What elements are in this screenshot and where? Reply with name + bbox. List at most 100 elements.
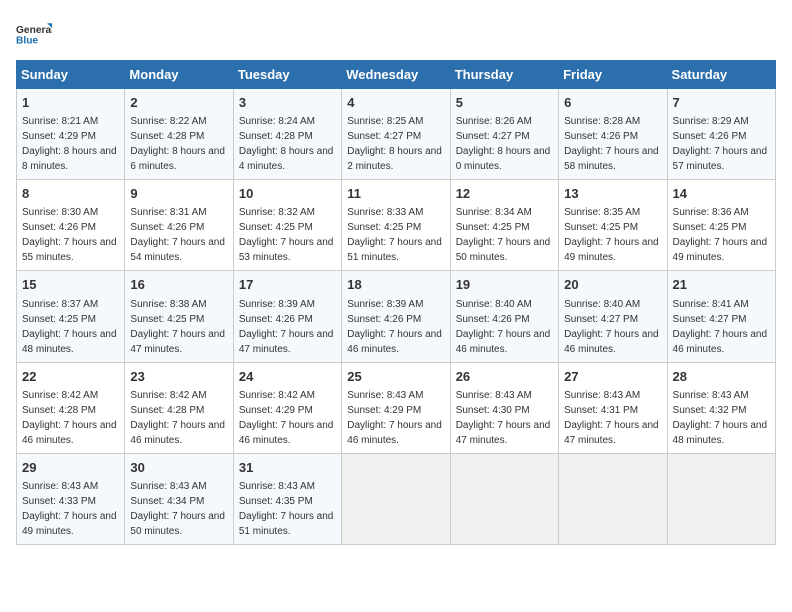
day-number: 20 — [564, 276, 661, 294]
day-info: Sunrise: 8:43 AMSunset: 4:33 PMDaylight:… — [22, 481, 117, 537]
logo: General Blue — [16, 16, 52, 52]
calendar-cell: 12 Sunrise: 8:34 AMSunset: 4:25 PMDayligh… — [450, 180, 558, 271]
weekday-header: Sunday — [17, 61, 125, 89]
day-info: Sunrise: 8:43 AMSunset: 4:35 PMDaylight:… — [239, 481, 334, 537]
calendar-cell: 31 Sunrise: 8:43 AMSunset: 4:35 PMDayligh… — [233, 453, 341, 544]
day-number: 21 — [673, 276, 770, 294]
calendar-cell: 19Sunrise: 8:40 AMSunset: 4:26 PMDayligh… — [450, 271, 558, 362]
day-info: Sunrise: 8:43 AMSunset: 4:32 PMDaylight:… — [673, 390, 768, 446]
calendar-cell: 6 Sunrise: 8:28 AMSunset: 4:26 PMDaylight… — [559, 89, 667, 180]
calendar-cell — [667, 453, 775, 544]
day-number: 8 — [22, 185, 119, 203]
day-info: Sunrise: 8:28 AMSunset: 4:26 PMDaylight:… — [564, 116, 659, 172]
day-info: Sunrise: 8:39 AMSunset: 4:26 PMDaylight:… — [347, 299, 442, 355]
day-info: Sunrise: 8:41 AMSunset: 4:27 PMDaylight:… — [673, 299, 768, 355]
day-info: Sunrise: 8:26 AMSunset: 4:27 PMDaylight:… — [456, 116, 551, 172]
calendar-cell: 25 Sunrise: 8:43 AMSunset: 4:29 PMDayligh… — [342, 362, 450, 453]
svg-text:Blue: Blue — [16, 36, 38, 47]
calendar-cell: 27 Sunrise: 8:43 AMSunset: 4:31 PMDayligh… — [559, 362, 667, 453]
day-number: 4 — [347, 94, 444, 112]
calendar-cell — [559, 453, 667, 544]
day-number: 1 — [22, 94, 119, 112]
day-info: Sunrise: 8:42 AMSunset: 4:28 PMDaylight:… — [130, 390, 225, 446]
calendar-cell — [342, 453, 450, 544]
weekday-header: Friday — [559, 61, 667, 89]
day-info: Sunrise: 8:36 AMSunset: 4:25 PMDaylight:… — [673, 207, 768, 263]
calendar-cell — [450, 453, 558, 544]
day-info: Sunrise: 8:42 AMSunset: 4:28 PMDaylight:… — [22, 390, 117, 446]
day-number: 2 — [130, 94, 227, 112]
day-info: Sunrise: 8:24 AMSunset: 4:28 PMDaylight:… — [239, 116, 334, 172]
day-number: 31 — [239, 459, 336, 477]
day-number: 12 — [456, 185, 553, 203]
weekday-header: Saturday — [667, 61, 775, 89]
calendar-cell: 22 Sunrise: 8:42 AMSunset: 4:28 PMDayligh… — [17, 362, 125, 453]
day-info: Sunrise: 8:43 AMSunset: 4:34 PMDaylight:… — [130, 481, 225, 537]
calendar-cell: 26Sunrise: 8:43 AMSunset: 4:30 PMDayligh… — [450, 362, 558, 453]
calendar-week-row: 29 Sunrise: 8:43 AMSunset: 4:33 PMDayligh… — [17, 453, 776, 544]
calendar-cell: 23Sunrise: 8:42 AMSunset: 4:28 PMDayligh… — [125, 362, 233, 453]
day-info: Sunrise: 8:38 AMSunset: 4:25 PMDaylight:… — [130, 299, 225, 355]
day-number: 28 — [673, 368, 770, 386]
calendar-cell: 2Sunrise: 8:22 AMSunset: 4:28 PMDaylight… — [125, 89, 233, 180]
calendar-cell: 11Sunrise: 8:33 AMSunset: 4:25 PMDayligh… — [342, 180, 450, 271]
day-number: 17 — [239, 276, 336, 294]
calendar-cell: 24 Sunrise: 8:42 AMSunset: 4:29 PMDayligh… — [233, 362, 341, 453]
day-number: 5 — [456, 94, 553, 112]
day-number: 9 — [130, 185, 227, 203]
calendar-cell: 13Sunrise: 8:35 AMSunset: 4:25 PMDayligh… — [559, 180, 667, 271]
day-info: Sunrise: 8:25 AMSunset: 4:27 PMDaylight:… — [347, 116, 442, 172]
day-number: 30 — [130, 459, 227, 477]
calendar-cell: 9Sunrise: 8:31 AMSunset: 4:26 PMDaylight… — [125, 180, 233, 271]
day-info: Sunrise: 8:34 AMSunset: 4:25 PMDaylight:… — [456, 207, 551, 263]
day-info: Sunrise: 8:35 AMSunset: 4:25 PMDaylight:… — [564, 207, 659, 263]
day-number: 3 — [239, 94, 336, 112]
day-info: Sunrise: 8:37 AMSunset: 4:25 PMDaylight:… — [22, 299, 117, 355]
day-number: 27 — [564, 368, 661, 386]
calendar-week-row: 1Sunrise: 8:21 AMSunset: 4:29 PMDaylight… — [17, 89, 776, 180]
day-info: Sunrise: 8:33 AMSunset: 4:25 PMDaylight:… — [347, 207, 442, 263]
day-info: Sunrise: 8:30 AMSunset: 4:26 PMDaylight:… — [22, 207, 117, 263]
calendar-cell: 30 Sunrise: 8:43 AMSunset: 4:34 PMDayligh… — [125, 453, 233, 544]
day-number: 24 — [239, 368, 336, 386]
calendar-cell: 3 Sunrise: 8:24 AMSunset: 4:28 PMDaylight… — [233, 89, 341, 180]
day-number: 15 — [22, 276, 119, 294]
day-info: Sunrise: 8:39 AMSunset: 4:26 PMDaylight:… — [239, 299, 334, 355]
day-number: 6 — [564, 94, 661, 112]
weekday-header: Wednesday — [342, 61, 450, 89]
svg-text:General: General — [16, 25, 52, 36]
calendar-cell: 8 Sunrise: 8:30 AMSunset: 4:26 PMDaylight… — [17, 180, 125, 271]
day-info: Sunrise: 8:32 AMSunset: 4:25 PMDaylight:… — [239, 207, 334, 263]
logo-icon: General Blue — [16, 16, 52, 52]
day-number: 22 — [22, 368, 119, 386]
weekday-header: Tuesday — [233, 61, 341, 89]
calendar-cell: 15 Sunrise: 8:37 AMSunset: 4:25 PMDayligh… — [17, 271, 125, 362]
calendar-cell: 20Sunrise: 8:40 AMSunset: 4:27 PMDayligh… — [559, 271, 667, 362]
calendar-cell: 21 Sunrise: 8:41 AMSunset: 4:27 PMDayligh… — [667, 271, 775, 362]
day-number: 19 — [456, 276, 553, 294]
calendar-cell: 18 Sunrise: 8:39 AMSunset: 4:26 PMDayligh… — [342, 271, 450, 362]
day-number: 29 — [22, 459, 119, 477]
calendar-cell: 29 Sunrise: 8:43 AMSunset: 4:33 PMDayligh… — [17, 453, 125, 544]
calendar-week-row: 22 Sunrise: 8:42 AMSunset: 4:28 PMDayligh… — [17, 362, 776, 453]
weekday-header: Thursday — [450, 61, 558, 89]
calendar-cell: 5 Sunrise: 8:26 AMSunset: 4:27 PMDaylight… — [450, 89, 558, 180]
calendar-cell: 4 Sunrise: 8:25 AMSunset: 4:27 PMDaylight… — [342, 89, 450, 180]
calendar-table: SundayMondayTuesdayWednesdayThursdayFrid… — [16, 60, 776, 545]
calendar-cell: 16Sunrise: 8:38 AMSunset: 4:25 PMDayligh… — [125, 271, 233, 362]
calendar-cell: 7Sunrise: 8:29 AMSunset: 4:26 PMDaylight… — [667, 89, 775, 180]
weekday-header: Monday — [125, 61, 233, 89]
day-number: 18 — [347, 276, 444, 294]
calendar-cell: 1Sunrise: 8:21 AMSunset: 4:29 PMDaylight… — [17, 89, 125, 180]
calendar-header-row: SundayMondayTuesdayWednesdayThursdayFrid… — [17, 61, 776, 89]
calendar-cell: 17 Sunrise: 8:39 AMSunset: 4:26 PMDayligh… — [233, 271, 341, 362]
day-info: Sunrise: 8:43 AMSunset: 4:31 PMDaylight:… — [564, 390, 659, 446]
day-info: Sunrise: 8:42 AMSunset: 4:29 PMDaylight:… — [239, 390, 334, 446]
logo: General Blue — [16, 16, 52, 52]
day-info: Sunrise: 8:43 AMSunset: 4:30 PMDaylight:… — [456, 390, 551, 446]
calendar-cell: 14 Sunrise: 8:36 AMSunset: 4:25 PMDayligh… — [667, 180, 775, 271]
day-number: 25 — [347, 368, 444, 386]
calendar-body: 1Sunrise: 8:21 AMSunset: 4:29 PMDaylight… — [17, 89, 776, 545]
day-number: 14 — [673, 185, 770, 203]
day-info: Sunrise: 8:43 AMSunset: 4:29 PMDaylight:… — [347, 390, 442, 446]
